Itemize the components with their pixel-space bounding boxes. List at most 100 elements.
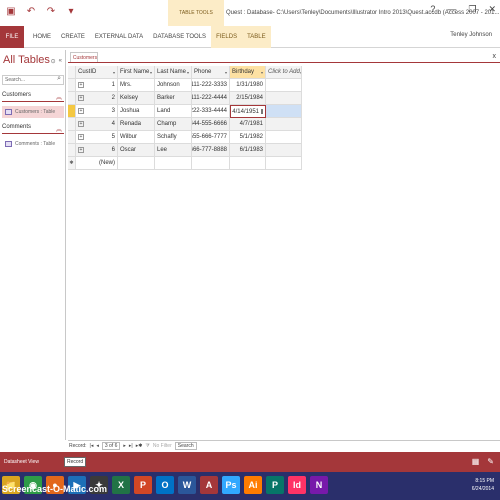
expand-icon[interactable]: +	[78, 95, 84, 101]
select-all-corner[interactable]	[68, 66, 76, 79]
clock-time[interactable]: 8:15 PM	[472, 477, 494, 485]
powerpoint-icon[interactable]: P	[134, 476, 152, 494]
cell-custid[interactable]: +4	[76, 118, 118, 131]
cell-first-name[interactable]: Oscar	[118, 144, 155, 157]
publisher-icon[interactable]: P	[266, 476, 284, 494]
cell-click-to-add[interactable]	[266, 105, 302, 118]
cell-click-to-add[interactable]	[266, 144, 302, 157]
nav-menu-icon[interactable]: ⊙	[51, 58, 56, 65]
dropdown-icon[interactable]: ▾	[225, 70, 227, 75]
column-header-click-to-add[interactable]: Click to Add ▾	[266, 66, 302, 79]
excel-icon[interactable]: X	[112, 476, 130, 494]
date-picker-icon[interactable]	[261, 109, 263, 114]
dropdown-icon[interactable]: ▾	[261, 70, 263, 75]
cell-custid-new[interactable]: (New)	[76, 157, 118, 170]
cell-last-name[interactable]: Barker	[155, 92, 192, 105]
cell-birthday[interactable]: 1/31/1980	[230, 79, 266, 92]
dropdown-icon[interactable]: ▾	[300, 70, 301, 75]
row-selector[interactable]	[68, 144, 76, 157]
tab-home[interactable]: HOME	[28, 34, 56, 40]
cell-birthday[interactable]: 5/1/1982	[230, 131, 266, 144]
cell-click-to-add[interactable]	[266, 118, 302, 131]
row-selector[interactable]	[68, 118, 76, 131]
minimize-icon[interactable]: —	[447, 4, 456, 15]
datasheet-view-icon[interactable]: ▦	[472, 457, 480, 466]
access-icon[interactable]: A	[200, 476, 218, 494]
nav-group-comments[interactable]: Comments ︽	[2, 124, 64, 134]
clock-date[interactable]: 6/24/2014	[472, 485, 494, 493]
cell-click-to-add[interactable]	[266, 157, 302, 170]
cell-last-name[interactable]: Johnson	[155, 79, 192, 92]
filter-icon[interactable]: ⧩	[145, 443, 149, 449]
customize-icon[interactable]: ▾	[64, 4, 78, 18]
nav-search-input[interactable]: Search... ⌕	[2, 75, 64, 85]
column-header-phone[interactable]: Phone ▾	[192, 66, 230, 79]
cell-custid[interactable]: +3	[76, 105, 118, 118]
design-view-icon[interactable]: ✎	[487, 457, 494, 466]
row-selector[interactable]	[68, 131, 76, 144]
redo-icon[interactable]: ↷	[44, 4, 58, 18]
collapse-icon[interactable]: «	[59, 58, 62, 65]
record-search-input[interactable]: Search	[174, 441, 197, 450]
onenote-icon[interactable]: N	[310, 476, 328, 494]
dropdown-icon[interactable]: ▾	[113, 70, 115, 75]
nav-group-customers[interactable]: Customers ︽	[2, 92, 64, 102]
row-selector-current[interactable]	[68, 105, 76, 118]
cell-first-name[interactable]: Joshua	[118, 105, 155, 118]
close-icon[interactable]: ✕	[488, 4, 496, 15]
last-record-icon[interactable]: ▸|	[129, 443, 133, 449]
cell-click-to-add[interactable]	[266, 79, 302, 92]
column-header-first-name[interactable]: First Name ▾	[118, 66, 155, 79]
close-document-icon[interactable]: x	[493, 53, 497, 60]
ps-icon[interactable]: Ps	[222, 476, 240, 494]
ai-icon[interactable]: Ai	[244, 476, 262, 494]
cell-first-name[interactable]	[118, 157, 155, 170]
cell-birthday[interactable]: 2/15/1984	[230, 92, 266, 105]
cell-phone[interactable]: 555-666-7777	[192, 131, 230, 144]
cell-phone[interactable]	[192, 157, 230, 170]
cell-first-name[interactable]: Renada	[118, 118, 155, 131]
current-record-input[interactable]: 3 of 6	[101, 441, 121, 450]
cell-birthday[interactable]: 4/7/1981	[230, 118, 266, 131]
row-selector[interactable]	[68, 79, 76, 92]
cell-phone[interactable]: 666-777-8888	[192, 144, 230, 157]
help-icon[interactable]: ?	[430, 4, 435, 15]
first-record-icon[interactable]: |◂	[90, 443, 94, 449]
cell-phone[interactable]: 111-222-3333	[192, 79, 230, 92]
filter-status[interactable]: No Filter	[153, 443, 172, 449]
previous-record-icon[interactable]: ◂	[96, 443, 99, 449]
column-header-birthday[interactable]: Birthday ▾	[230, 66, 266, 79]
cell-click-to-add[interactable]	[266, 131, 302, 144]
tab-fields[interactable]: FIELDS	[211, 26, 243, 48]
tab-database-tools[interactable]: DATABASE TOOLS	[148, 34, 211, 40]
expand-icon[interactable]: +	[78, 108, 84, 114]
new-row-marker[interactable]: ✱	[68, 157, 76, 170]
row-selector[interactable]	[68, 92, 76, 105]
column-header-last-name[interactable]: Last Name ▾	[155, 66, 192, 79]
cell-phone[interactable]: 444-555-6666	[192, 118, 230, 131]
cell-first-name[interactable]: Wilbur	[118, 131, 155, 144]
nav-item-comments-table[interactable]: Comments : Table	[2, 138, 64, 150]
cell-custid[interactable]: +6	[76, 144, 118, 157]
tab-create[interactable]: CREATE	[56, 34, 90, 40]
expand-icon[interactable]: +	[78, 82, 84, 88]
cell-birthday-active[interactable]: 4/14/1951	[230, 105, 266, 118]
maximize-icon[interactable]: ❐	[468, 4, 476, 15]
nav-title[interactable]: All Tables	[3, 54, 50, 66]
word-icon[interactable]: W	[178, 476, 196, 494]
dropdown-icon[interactable]: ▾	[150, 70, 152, 75]
cell-phone[interactable]: 222-333-4444	[192, 105, 230, 118]
outlook-icon[interactable]: O	[156, 476, 174, 494]
next-record-icon[interactable]: ▸	[123, 443, 126, 449]
new-record-icon[interactable]: ▸✱	[136, 443, 143, 449]
cell-birthday[interactable]	[230, 157, 266, 170]
cell-last-name[interactable]: Lee	[155, 144, 192, 157]
document-tab-customers[interactable]: Customers	[70, 52, 98, 62]
cell-first-name[interactable]: Kelsey	[118, 92, 155, 105]
cell-last-name[interactable]	[155, 157, 192, 170]
nav-item-customers-table[interactable]: Customers : Table	[2, 106, 64, 118]
cell-last-name[interactable]: Champ	[155, 118, 192, 131]
cell-custid[interactable]: +5	[76, 131, 118, 144]
tab-file[interactable]: FILE	[0, 26, 24, 48]
expand-icon[interactable]: +	[78, 147, 84, 153]
